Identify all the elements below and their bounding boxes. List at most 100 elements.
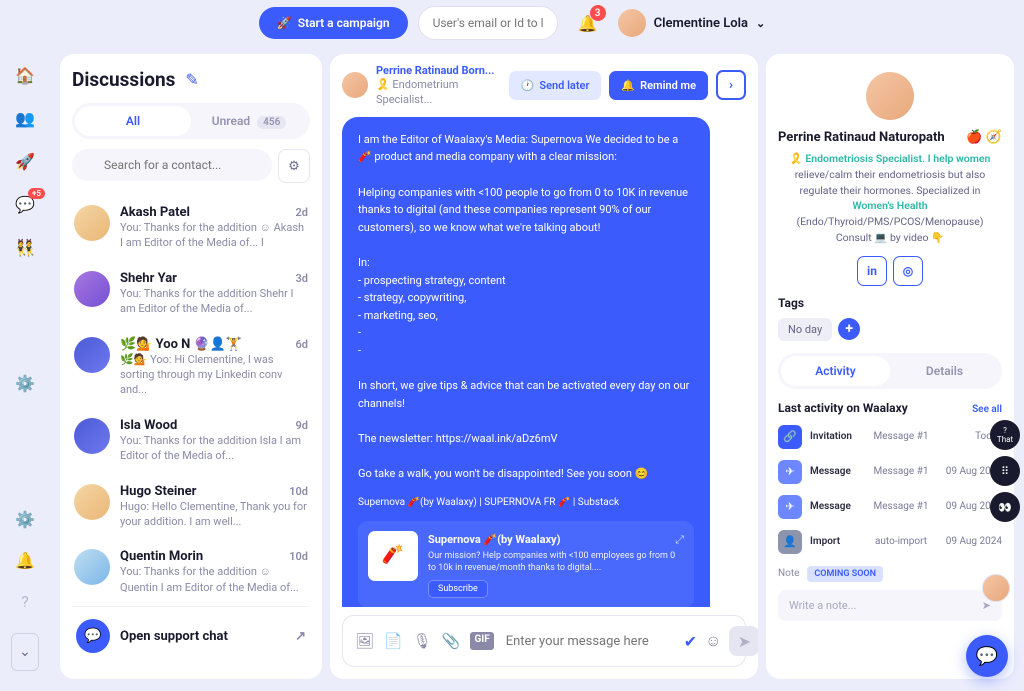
external-link-icon: ↗ [295, 629, 306, 644]
nav-rail: 🏠 👥 🚀 💬+5 👯 ⚙️ ⚙️ 🔔 ? ⌄ [0, 46, 50, 691]
contact-list: Akash Patel2dYou: Thanks for the additio… [72, 195, 310, 606]
activity-row: ✈ Message Message #1 09 Aug 2024 [778, 495, 1002, 519]
bell-badge: 3 [590, 5, 606, 21]
start-campaign-button[interactable]: 🚀 Start a campaign [259, 7, 408, 39]
profile-panel: Perrine Ratinaud Naturopath 🍎 🧭 🎗️ Endom… [766, 54, 1014, 679]
tag-chip[interactable]: No day [778, 318, 832, 341]
note-placeholder: Write a note... [789, 599, 856, 612]
settings-icon[interactable]: ⚙️ [15, 374, 35, 393]
chat-icon[interactable]: 💬+5 [15, 195, 35, 214]
bell-icon[interactable]: 🔔 3 [574, 9, 602, 37]
conversation-panel: Perrine Ratinaud Born... 🎗️ Endometrium … [330, 54, 758, 679]
tab-details[interactable]: Details [890, 356, 999, 386]
open-support-chat[interactable]: 💬 Open support chat ↗ [72, 606, 310, 665]
tab-unread-label: Unread [212, 114, 250, 128]
notifications-icon[interactable]: 🔔 [15, 551, 35, 570]
user-menu[interactable]: Clementine Lola ⌄ [618, 9, 766, 37]
user-name: Clementine Lola [654, 16, 748, 31]
card-title: Supernova 🧨(by Waalaxy) [428, 531, 560, 549]
tab-unread[interactable]: Unread 456 [191, 106, 307, 136]
help-bubble-icon[interactable]: ?That [990, 420, 1020, 450]
gear-icon[interactable]: ⚙️ [15, 510, 35, 529]
link-preview-card[interactable]: 🧨 Supernova 🧨(by Waalaxy) ⤢ Our mission? … [358, 521, 694, 607]
note-label: Note [778, 568, 799, 579]
linkedin-icon[interactable]: in [857, 256, 887, 286]
tags-label: Tags [778, 296, 1002, 310]
emoji-icon[interactable]: ☺ [705, 631, 721, 651]
link-preview-header: Supernova 🧨(by Waalaxy) | SUPERNOVA FR 🧨… [358, 495, 694, 511]
collapse-icon[interactable]: ⌄ [11, 633, 39, 671]
add-tag-button[interactable]: + [838, 318, 860, 340]
chat-icon: 💬 [76, 619, 110, 653]
discussions-title: Discussions [72, 68, 175, 91]
chat-badge: +5 [28, 188, 45, 199]
instagram-icon[interactable]: ◎ [893, 256, 923, 286]
list-item[interactable]: 🌿💁 Yoo N 🔮👤🏋️6d🌿💁 Yoo: Hi Clementine, I … [72, 327, 310, 408]
template-icon[interactable]: 📄 [384, 632, 403, 650]
support-label: Open support chat [120, 629, 228, 644]
avatar [618, 9, 646, 37]
intercom-launcher[interactable]: 💬 [966, 635, 1008, 677]
avatar [866, 72, 914, 120]
chevron-down-icon: ⌄ [756, 17, 765, 30]
avatar [342, 72, 368, 98]
avatar [74, 418, 110, 454]
activity-row: ✈ Message Message #1 09 Aug 2024 [778, 460, 1002, 484]
edit-icon[interactable]: ✎ [185, 70, 198, 89]
tab-all[interactable]: All [75, 106, 191, 136]
team-icon[interactable]: 👯 [15, 238, 35, 257]
discussions-panel: Discussions ✎ All Unread 456 ⚙ Akash Pat… [60, 54, 322, 679]
preview-image: 🧨 [368, 531, 418, 581]
profile-emoji: 🍎 🧭 [966, 130, 1002, 145]
voice-icon[interactable]: 🎙 [413, 632, 432, 650]
rocket-icon: 🚀 [277, 16, 292, 30]
search-input[interactable] [72, 149, 272, 181]
subscribe-button[interactable]: Subscribe [428, 580, 488, 598]
list-item[interactable]: Quentin Morin10dYou: Thanks for the addi… [72, 539, 310, 605]
check-icon[interactable]: ✔ [684, 632, 697, 651]
note-input[interactable]: Write a note... ➤ [778, 590, 1002, 621]
link-icon: 🔗 [778, 425, 802, 449]
filter-icon[interactable]: ⚙ [278, 149, 310, 183]
apps-icon[interactable]: ⠿ [990, 456, 1020, 486]
image-icon[interactable]: 🖼 [355, 632, 374, 650]
avatar [74, 549, 110, 585]
message-input[interactable] [506, 634, 672, 649]
people-icon[interactable]: 👥 [15, 109, 35, 128]
gif-icon[interactable]: GIF [470, 632, 493, 650]
send-later-label: Send later [539, 79, 589, 92]
expand-icon: ⤢ [675, 531, 684, 552]
float-actions: ?That ⠿ 👀 [990, 420, 1020, 522]
list-item[interactable]: Shehr Yar3dYou: Thanks for the addition … [72, 261, 310, 327]
tab-activity[interactable]: Activity [781, 356, 890, 386]
send-later-button[interactable]: 🕐 Send later [509, 71, 602, 100]
activity-row: 👤 Import auto-import 09 Aug 2024 [778, 530, 1002, 554]
avatar [74, 205, 110, 241]
send-icon: ✈ [778, 495, 802, 519]
message-composer: 🖼 📄 🎙 📎 GIF ✔ ☺ ➤ [342, 615, 746, 667]
bot-icon[interactable]: 👀 [990, 492, 1020, 522]
login-as-input[interactable] [418, 6, 558, 40]
help-icon[interactable]: ? [21, 592, 29, 611]
card-description: Our mission? Help companies with <100 em… [428, 551, 684, 574]
profile-tabs: Activity Details [778, 353, 1002, 389]
attachment-icon[interactable]: 📎 [442, 632, 461, 650]
send-button[interactable]: ➤ [729, 626, 758, 656]
home-icon[interactable]: 🏠 [15, 66, 35, 85]
list-item[interactable]: Isla Wood9dYou: Thanks for the addition … [72, 408, 310, 474]
bell-icon: 🔔 [621, 79, 635, 92]
list-item[interactable]: Hugo Steiner10dHugo: Hello Clementine, T… [72, 474, 310, 540]
start-campaign-label: Start a campaign [298, 16, 390, 30]
see-all-link[interactable]: See all [972, 404, 1002, 415]
remind-me-button[interactable]: 🔔 Remind me [609, 71, 708, 100]
sent-message: I am the Editor of Waalaxy's Media: Supe… [342, 117, 710, 607]
remind-me-label: Remind me [640, 79, 696, 92]
clock-icon: 🕐 [521, 79, 535, 92]
contact-name: Perrine Ratinaud Born... [376, 64, 501, 78]
list-item[interactable]: Akash Patel2dYou: Thanks for the additio… [72, 195, 310, 261]
coming-soon-badge: COMING SOON [807, 566, 883, 582]
discussion-tabs: All Unread 456 [72, 103, 310, 139]
avatar [74, 271, 110, 307]
next-button[interactable]: › [716, 70, 746, 100]
campaigns-icon[interactable]: 🚀 [15, 152, 35, 171]
